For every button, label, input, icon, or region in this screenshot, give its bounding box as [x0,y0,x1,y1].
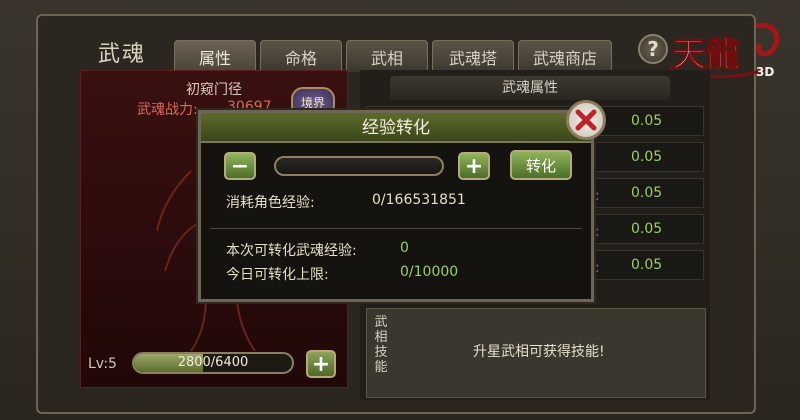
consume-exp-value: 0/166531851 [372,192,466,208]
daily-limit-label: 今日可转化上限: [226,267,329,283]
attribute-value: 0.05 [631,185,663,201]
tab-label: 武相 [370,48,403,68]
dialog-divider [210,228,582,229]
logo-sub-text: 3D [756,65,774,79]
tab-label: 命格 [284,48,317,68]
soul-exp-bar: 2800/6400 [132,352,294,374]
tab-label: 武魂商店 [533,48,598,68]
skills-panel: 武相技能 升星武相可获得技能! [366,308,706,398]
help-icon: ? [647,37,659,61]
minus-icon: − [230,153,250,179]
exp-amount-slider[interactable] [274,156,444,176]
daily-limit-value: 0/10000 [400,264,459,280]
skills-hint: 升星武相可获得技能! [473,344,605,360]
tab-destiny[interactable]: 命格 [260,40,342,72]
attribute-value: 0.05 [631,221,663,237]
soul-power-label: 武魂战力: [137,102,198,118]
dialog-title: 经验转化 [201,113,591,143]
soul-exp-text: 2800/6400 [177,355,249,370]
tab-attributes[interactable]: 属性 [174,40,256,72]
tab-soul-tower[interactable]: 武魂塔 [432,40,514,72]
tab-soul-shop[interactable]: 武魂商店 [518,40,613,72]
convertible-exp-value: 0 [400,240,409,256]
plus-icon: + [464,153,484,179]
window-title: 武魂 [98,42,147,67]
tab-label: 属性 [198,48,231,68]
tab-label: 武魂塔 [448,48,497,68]
skills-label: 武相技能 [374,315,388,375]
attribute-value: 0.05 [631,113,663,129]
convertible-exp-label: 本次可转化武魂经验: [226,243,357,259]
attribute-value: 0.05 [631,257,663,273]
decrease-button[interactable]: − [224,152,256,180]
increase-button[interactable]: + [458,152,490,180]
convert-button[interactable]: 转化 [510,150,572,180]
logo-text: 天龍 [672,35,740,75]
convert-button-label: 转化 [525,156,556,175]
tab-bar: 属性 命格 武相 武魂塔 武魂商店 [174,40,613,72]
soul-level: Lv:5 [88,356,117,372]
close-icon [575,109,597,131]
tab-martial-form[interactable]: 武相 [346,40,428,72]
plus-icon: + [311,351,331,377]
consume-exp-label: 消耗角色经验: [226,195,315,211]
add-exp-button[interactable]: + [306,350,336,378]
attributes-title: 武魂属性 [390,76,670,100]
attribute-value: 0.05 [631,149,663,165]
close-button[interactable] [566,100,606,140]
realm-button-label: 境界 [300,95,325,110]
